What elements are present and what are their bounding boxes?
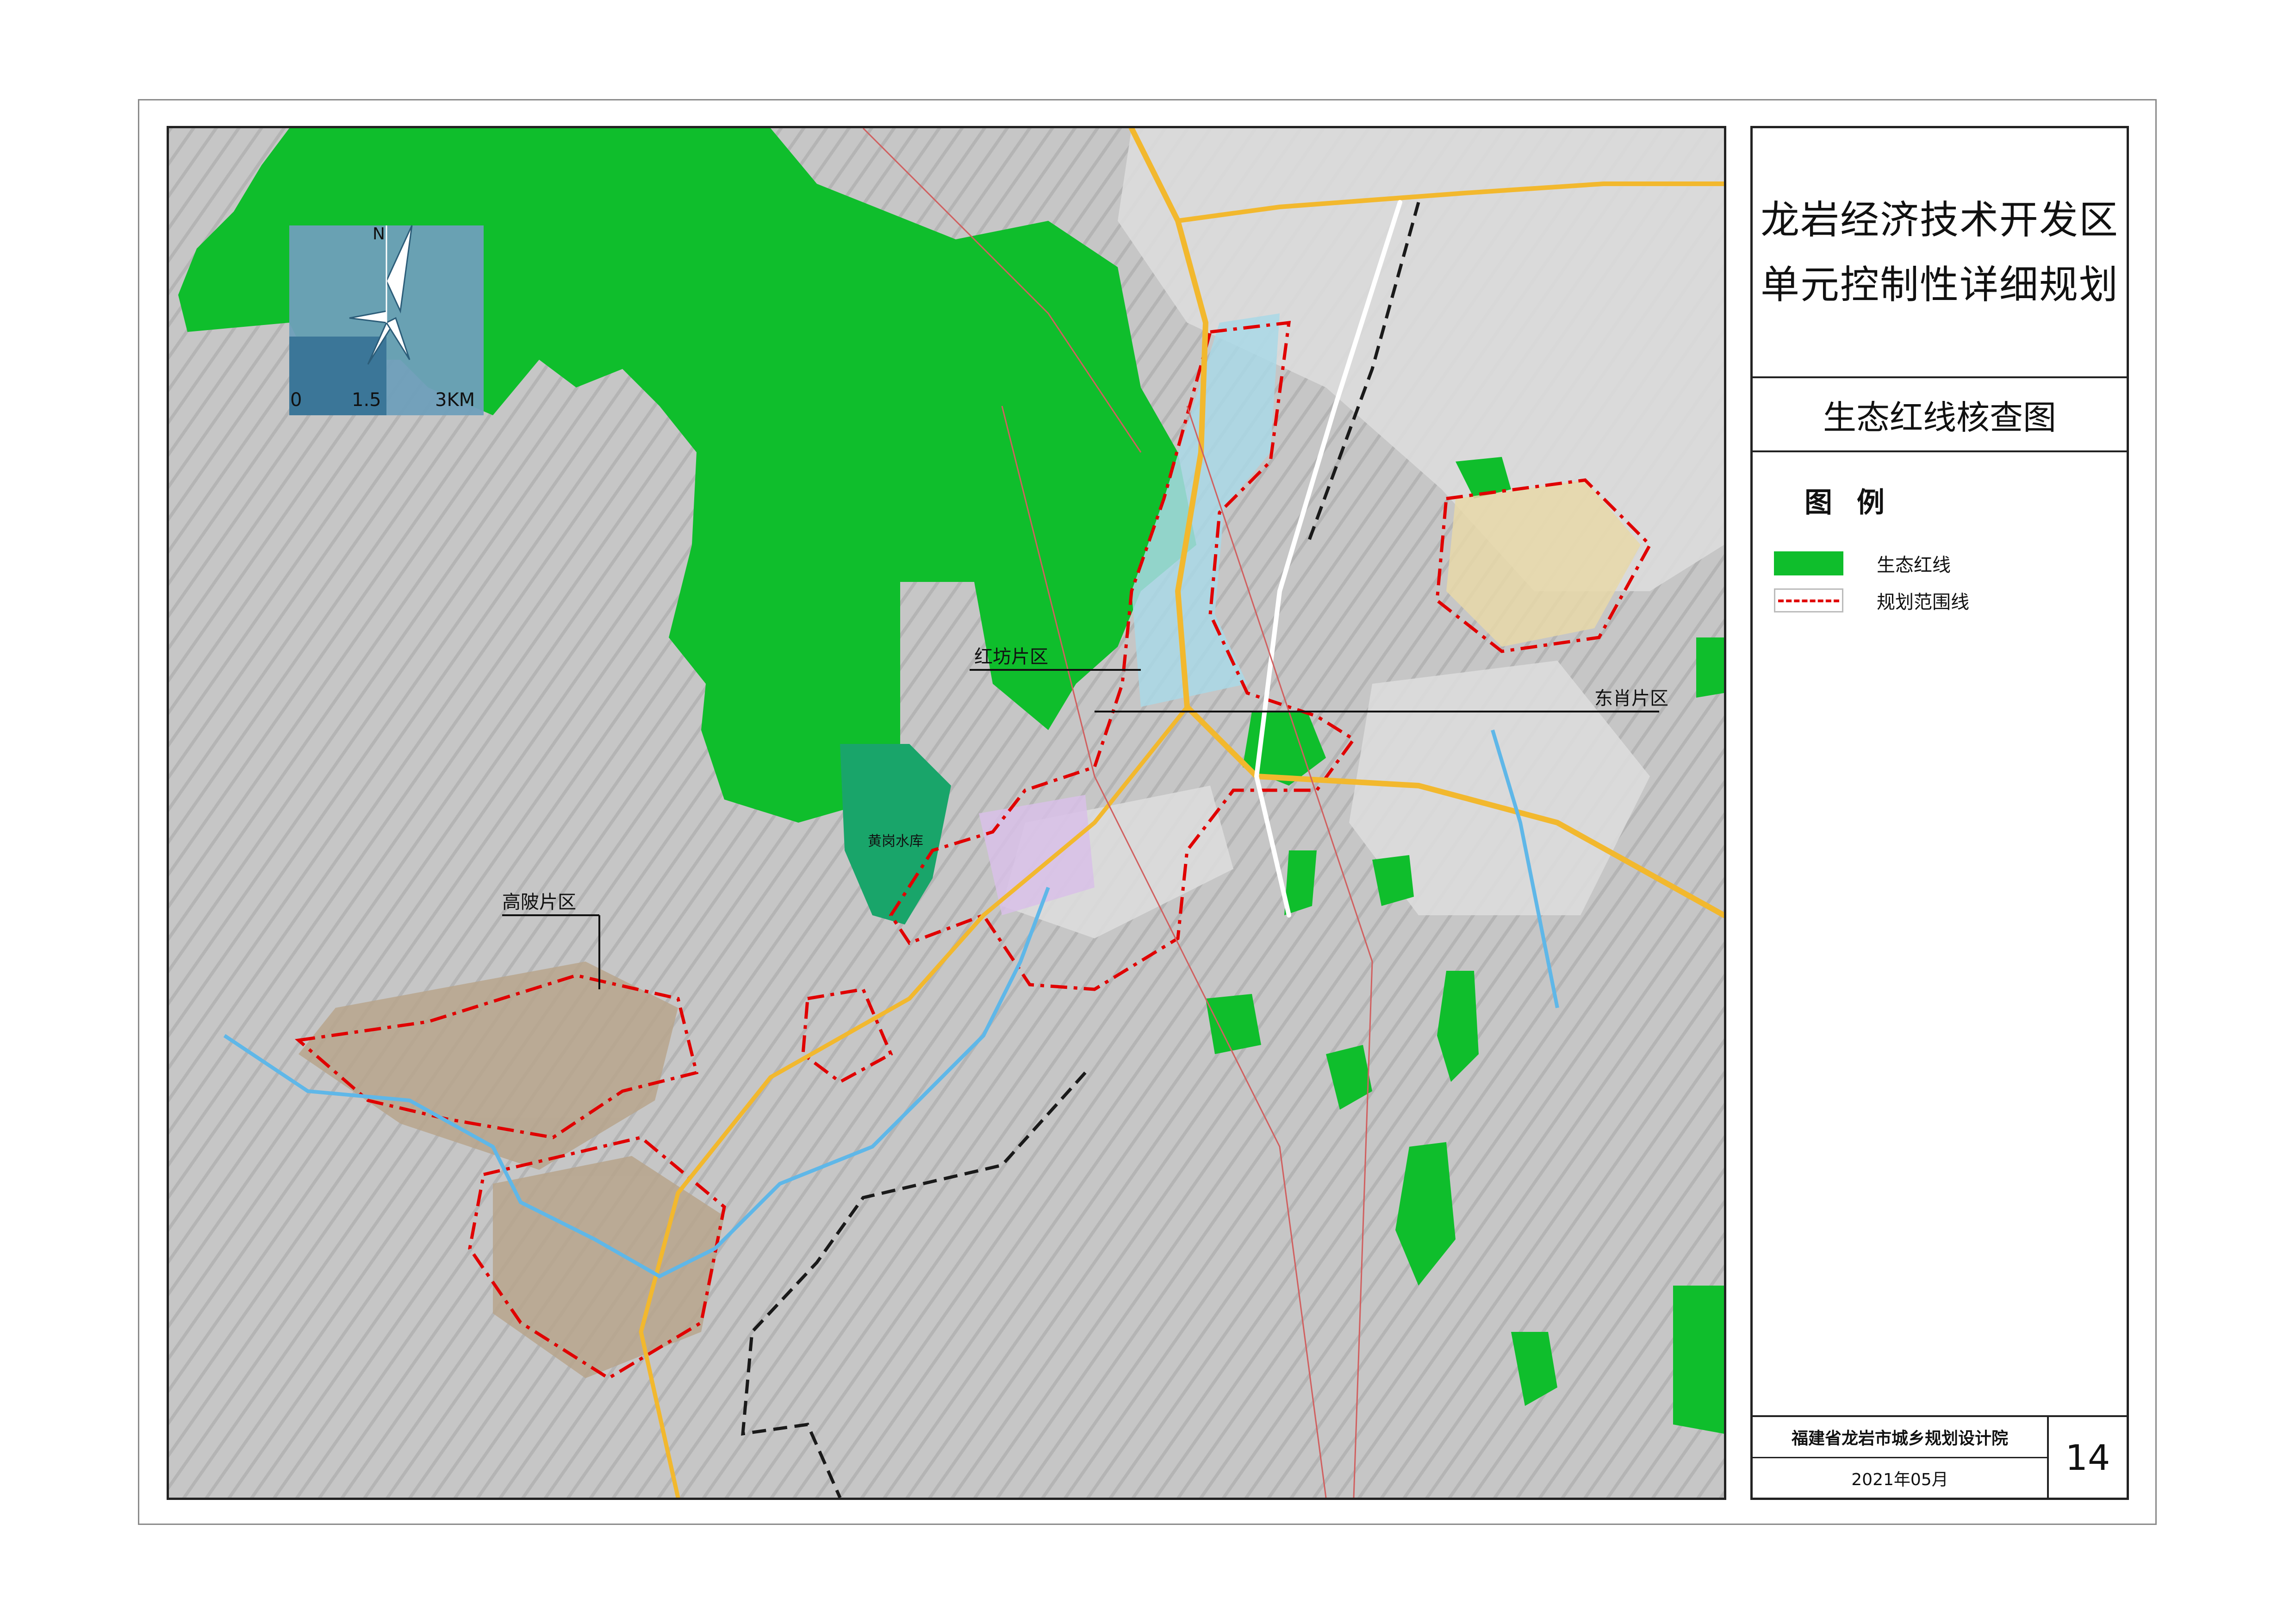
map-view[interactable]: N 0 1.5 3KM 红坊片区 东肖片区 高陂片区 黄岗水库: [167, 126, 1726, 1500]
footer-date: 2021年05月: [1753, 1457, 2049, 1498]
label-gaopo: 高陂片区: [502, 892, 576, 913]
scale-tick-1: 1.5: [352, 389, 381, 411]
legend-heading: 图 例: [1804, 487, 1892, 519]
footer-organization: 福建省龙岩市城乡规划设计院: [1753, 1415, 2049, 1457]
label-dongxiao: 东肖片区: [1594, 688, 1668, 709]
legend-swatch-green: [1774, 551, 1843, 575]
label-reservoir: 黄岗水库: [868, 833, 923, 849]
legend-swatch-boundary: [1774, 588, 1843, 612]
title-line-2: 单元控制性详细规划: [1760, 262, 2119, 307]
label-hongfang: 红坊片区: [974, 646, 1048, 668]
page-number: 14: [2049, 1415, 2127, 1498]
title-line-1: 龙岩经济技术开发区: [1760, 197, 2119, 243]
title-box: 龙岩经济技术开发区 单元控制性详细规划: [1753, 128, 2127, 378]
compass-panel: N 0 1.5 3KM: [289, 225, 484, 415]
subtitle-box: 生态红线核查图: [1753, 378, 2127, 452]
map-canvas: N 0 1.5 3KM 红坊片区 东肖片区 高陂片区 黄岗水库: [169, 128, 1724, 1498]
legend-item-boundary: 规划范围线: [1774, 587, 1969, 614]
legend-label-boundary: 规划范围线: [1877, 592, 1969, 613]
side-panel: 龙岩经济技术开发区 单元控制性详细规划 生态红线核查图 图 例 生态红线 规划范…: [1750, 126, 2129, 1500]
map-subtitle: 生态红线核查图: [1823, 398, 2056, 437]
scale-tick-2: 3KM: [435, 389, 475, 411]
scale-tick-0: 0: [290, 389, 302, 411]
legend-label-redline: 生态红线: [1877, 555, 1951, 576]
legend-item-redline: 生态红线: [1774, 550, 1951, 577]
north-label: N: [373, 225, 385, 244]
